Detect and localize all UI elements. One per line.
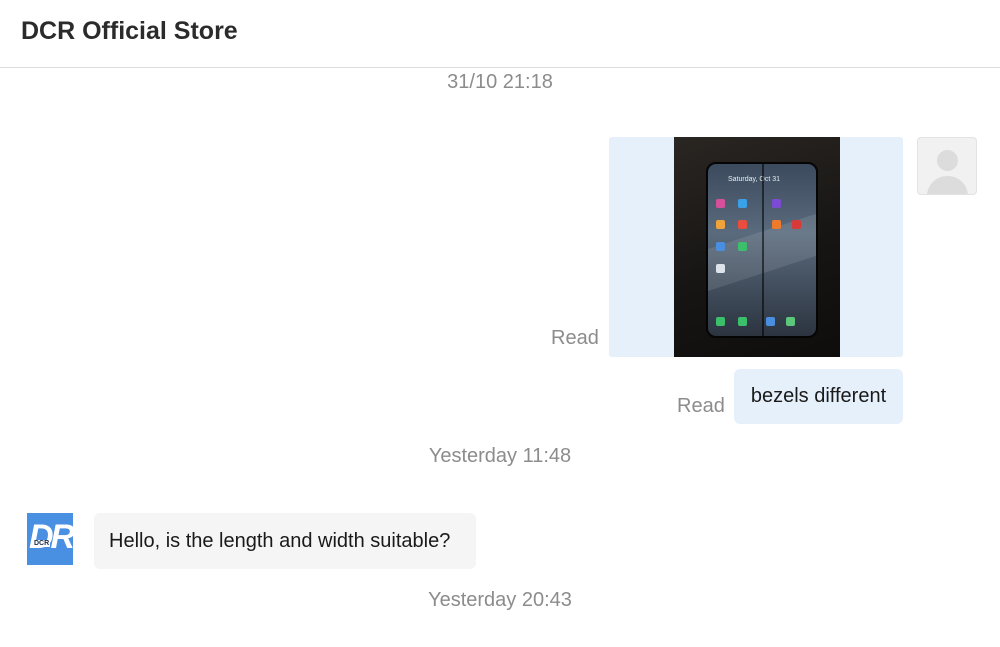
app-icon [716,199,725,208]
read-receipt: Read [551,327,599,349]
app-icon [716,264,725,273]
app-icon [772,199,781,208]
photo-date-text: Saturday, Oct 31 [728,176,781,183]
messages-app-icon [738,317,747,326]
app-icon [738,220,747,229]
app-icon [792,220,801,229]
incoming-message-bubble[interactable]: Hello, is the length and width suitable? [94,513,476,569]
timestamp-divider: Yesterday 20:43 [428,589,572,611]
user-avatar-head [937,150,958,171]
read-receipt: Read [677,395,725,417]
timestamp-divider: Yesterday 11:48 [428,445,572,467]
app-icon [766,317,775,326]
user-avatar[interactable] [917,137,977,195]
sent-photo[interactable]: Saturday, Oct 31 [674,137,840,357]
chat-header: DCR Official Store [0,0,1000,68]
store-name-title: DCR Official Store [21,17,238,45]
phone-app-icon [716,317,725,326]
store-logo-small-text: DCR [33,540,51,547]
app-icon [772,220,781,229]
phone-screen-image: Saturday, Oct 31 [706,162,818,338]
store-logo-text: DR [29,518,73,556]
app-icon [786,317,795,326]
store-avatar[interactable]: DR DCR [27,513,73,565]
app-icon [716,242,725,251]
phone-dock [716,314,812,330]
timestamp-divider: 31/10 21:18 [447,71,553,93]
outgoing-message-bubble[interactable]: bezels different [734,369,903,424]
user-avatar-body [927,176,968,194]
app-icon [738,199,747,208]
message-list[interactable]: 31/10 21:18 Read Saturday, Oct 31 Read b… [0,68,1000,647]
app-icon [716,220,725,229]
app-icon [738,242,747,251]
